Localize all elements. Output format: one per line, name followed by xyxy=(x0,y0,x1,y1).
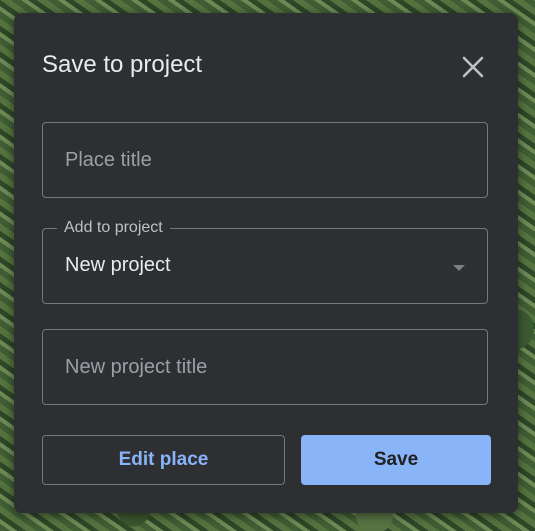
place-title-field xyxy=(42,122,488,198)
project-title-field xyxy=(42,329,488,405)
save-button[interactable]: Save xyxy=(301,435,491,485)
dialog-title: Save to project xyxy=(42,51,203,78)
close-button[interactable] xyxy=(458,52,488,82)
project-select-value: New project xyxy=(65,254,171,276)
project-select-label: Add to project xyxy=(57,218,170,238)
dropdown-caret-icon xyxy=(453,265,465,271)
save-to-project-dialog: Save to project Add to project New proje… xyxy=(14,13,518,513)
place-title-input[interactable] xyxy=(65,123,465,197)
project-select[interactable]: Add to project New project xyxy=(42,218,488,304)
project-title-input[interactable] xyxy=(65,330,465,404)
edit-place-button[interactable]: Edit place xyxy=(42,435,285,485)
close-icon xyxy=(462,56,484,78)
